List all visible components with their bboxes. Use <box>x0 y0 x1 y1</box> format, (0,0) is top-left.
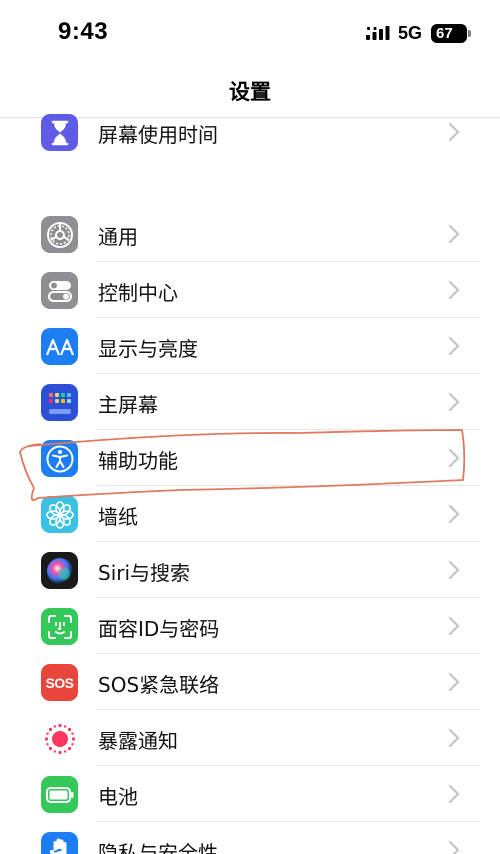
siri-icon <box>41 552 78 589</box>
chevron-right-icon <box>448 122 460 142</box>
network-type: 5G <box>398 23 423 43</box>
exposure-icon <box>41 720 78 757</box>
flower-icon <box>41 496 78 533</box>
chevron-right-icon <box>448 336 460 356</box>
signal-bars-icon <box>366 26 390 40</box>
text-size-icon <box>41 328 78 365</box>
settings-row-face-id[interactable]: 面容ID与密码 <box>0 598 500 654</box>
settings-row-privacy[interactable]: 隐私与安全性 <box>0 822 500 854</box>
settings-row-label: 暴露通知 <box>98 729 178 753</box>
settings-row-label: SOS紧急联络 <box>98 673 220 697</box>
chevron-right-icon <box>448 560 460 580</box>
settings-row-label: 墙纸 <box>98 505 138 529</box>
settings-row-label: 面容ID与密码 <box>98 617 220 641</box>
sos-icon: SOS <box>41 664 78 701</box>
status-time: 9:43 <box>58 18 109 45</box>
settings-row-battery[interactable]: 电池 <box>0 766 500 822</box>
battery-icon <box>41 776 78 813</box>
hourglass-icon <box>41 114 78 151</box>
settings-row-screen-time[interactable]: 屏幕使用时间 <box>0 104 500 160</box>
chevron-right-icon <box>448 504 460 524</box>
settings-row-label: 控制中心 <box>98 281 178 305</box>
settings-row-control-center[interactable]: 控制中心 <box>0 262 500 318</box>
accessibility-icon <box>41 440 78 477</box>
face-id-icon <box>41 608 78 645</box>
status-bar: 9:43 5G 67 <box>0 0 500 66</box>
page-title: 设置 <box>229 80 271 104</box>
settings-row-general[interactable]: 通用 <box>0 206 500 262</box>
settings-row-accessibility[interactable]: 辅助功能 <box>0 430 500 486</box>
battery-level: 67 <box>431 24 467 43</box>
settings-row-emergency-sos[interactable]: SOS SOS紧急联络 <box>0 654 500 710</box>
sos-icon-text: SOS <box>45 674 74 691</box>
battery-cap-icon <box>468 30 471 37</box>
hand-icon <box>41 832 78 854</box>
settings-row-label: 显示与亮度 <box>98 337 198 361</box>
settings-row-label: 通用 <box>98 225 138 249</box>
gear-icon <box>41 216 78 253</box>
settings-row-label: 隐私与安全性 <box>98 841 218 854</box>
settings-row-label: Siri与搜索 <box>98 561 191 585</box>
settings-row-label: 辅助功能 <box>98 449 178 473</box>
chevron-right-icon <box>448 616 460 636</box>
settings-row-siri[interactable]: Siri与搜索 <box>0 542 500 598</box>
settings-row-display[interactable]: 显示与亮度 <box>0 318 500 374</box>
home-grid-icon <box>41 384 78 421</box>
settings-row-label: 屏幕使用时间 <box>98 123 218 147</box>
settings-row-exposure-notifications[interactable]: 暴露通知 <box>0 710 500 766</box>
settings-row-label: 主屏幕 <box>98 393 158 417</box>
chevron-right-icon <box>448 728 460 748</box>
settings-row-home-screen[interactable]: 主屏幕 <box>0 374 500 430</box>
chevron-right-icon <box>448 448 460 468</box>
chevron-right-icon <box>448 224 460 244</box>
toggle-icon <box>41 272 78 309</box>
chevron-right-icon <box>448 672 460 692</box>
chevron-right-icon <box>448 840 460 854</box>
chevron-right-icon <box>448 392 460 412</box>
chevron-right-icon <box>448 280 460 300</box>
chevron-right-icon <box>448 784 460 804</box>
settings-row-wallpaper[interactable]: 墙纸 <box>0 486 500 542</box>
settings-row-label: 电池 <box>98 785 138 809</box>
